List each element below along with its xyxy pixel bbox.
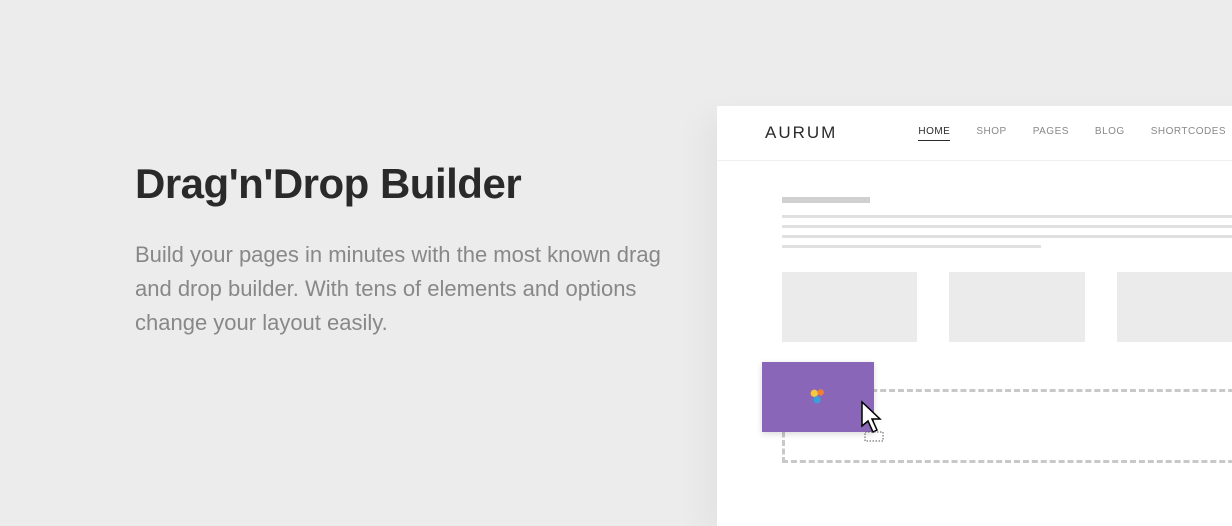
placeholder-title xyxy=(782,197,870,203)
nav-menu: HOME SHOP PAGES BLOG SHORTCODES BU xyxy=(918,126,1232,141)
placeholder-boxes xyxy=(782,272,1232,342)
placeholder-line xyxy=(782,225,1232,228)
nav-item-shop[interactable]: SHOP xyxy=(976,126,1006,141)
nav-item-shortcodes[interactable]: SHORTCODES xyxy=(1151,126,1226,141)
preview-header: AURUM HOME SHOP PAGES BLOG SHORTCODES BU xyxy=(717,106,1232,161)
builder-icon xyxy=(807,386,829,408)
placeholder-line xyxy=(782,245,1041,248)
placeholder-line xyxy=(782,235,1232,238)
placeholder-box xyxy=(1117,272,1232,342)
nav-item-pages[interactable]: PAGES xyxy=(1033,126,1069,141)
left-content: Drag'n'Drop Builder Build your pages in … xyxy=(135,160,665,340)
page-heading: Drag'n'Drop Builder xyxy=(135,160,665,208)
nav-item-home[interactable]: HOME xyxy=(918,126,950,141)
placeholder-line xyxy=(782,215,1232,218)
logo: AURUM xyxy=(765,123,837,143)
nav-item-blog[interactable]: BLOG xyxy=(1095,126,1125,141)
preview-body xyxy=(717,161,1232,342)
placeholder-box xyxy=(782,272,917,342)
cursor-icon xyxy=(860,400,890,442)
drag-element[interactable] xyxy=(762,362,874,432)
placeholder-box xyxy=(949,272,1084,342)
page-description: Build your pages in minutes with the mos… xyxy=(135,238,665,340)
preview-window: AURUM HOME SHOP PAGES BLOG SHORTCODES BU xyxy=(717,106,1232,526)
